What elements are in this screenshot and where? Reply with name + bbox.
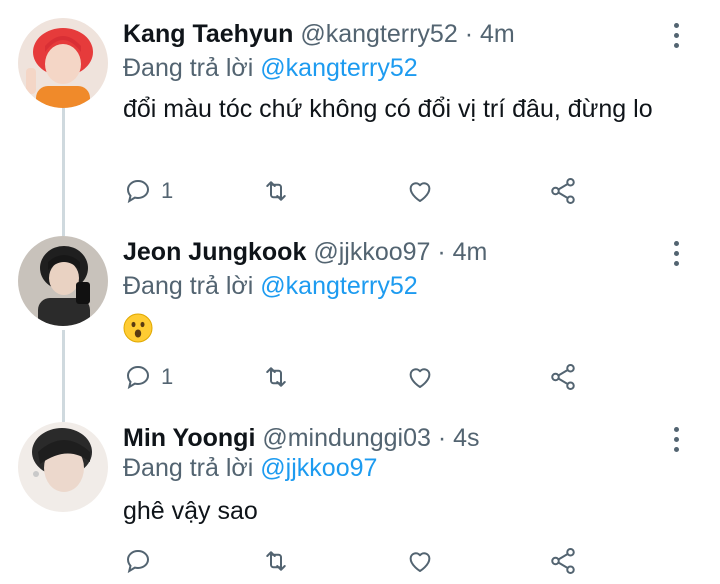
replying-to: Đang trả lời @jjkkoo97 bbox=[123, 452, 377, 484]
tweet-header: Jeon Jungkook @jjkkoo97 · 4m bbox=[123, 236, 487, 268]
replying-to-label: Đang trả lời bbox=[123, 54, 254, 82]
like-button[interactable] bbox=[405, 360, 435, 394]
avatar[interactable] bbox=[18, 18, 108, 108]
replying-to: Đang trả lời @kangterry52 bbox=[123, 52, 418, 84]
action-bar: 1 bbox=[123, 360, 593, 394]
separator: · bbox=[430, 424, 454, 452]
retweet-icon bbox=[266, 181, 286, 201]
more-vertical-icon bbox=[673, 426, 679, 432]
timestamp[interactable]: 4m bbox=[480, 20, 515, 48]
reply-icon bbox=[126, 179, 150, 204]
user-handle[interactable]: @mindunggi03 bbox=[262, 424, 431, 452]
mention-link[interactable]: @jjkkoo97 bbox=[260, 454, 377, 482]
tweet-text: ghê vậy sao bbox=[123, 497, 258, 525]
separator: · bbox=[457, 20, 480, 48]
tweet-text: đổi màu tóc chứ không có đổi vị trí đâu,… bbox=[123, 95, 653, 123]
tweet[interactable]: Kang Taehyun @kangterry52 · 4m Đang trả … bbox=[0, 18, 720, 218]
tweet-header: Kang Taehyun @kangterry52 · 4m bbox=[123, 18, 515, 50]
avatar-image bbox=[18, 236, 108, 326]
more-vertical-icon bbox=[673, 22, 679, 28]
display-name[interactable]: Jeon Jungkook bbox=[123, 238, 306, 266]
retweet-icon bbox=[266, 367, 286, 387]
avatar-image bbox=[18, 18, 108, 108]
share-button[interactable] bbox=[548, 360, 578, 394]
retweet-icon bbox=[266, 551, 286, 571]
user-handle[interactable]: @jjkkoo97 bbox=[313, 238, 430, 266]
heart-icon bbox=[409, 368, 431, 388]
tweet-header: Min Yoongi @mindunggi03 · 4s bbox=[123, 422, 480, 454]
replying-to-label: Đang trả lời bbox=[123, 454, 254, 482]
like-button[interactable] bbox=[405, 174, 435, 208]
retweet-button[interactable] bbox=[261, 544, 291, 578]
more-options-button[interactable] bbox=[666, 422, 686, 456]
replying-to: Đang trả lời @kangterry52 bbox=[123, 270, 418, 302]
tweet[interactable]: Min Yoongi @mindunggi03 · 4s Đang trả lờ… bbox=[0, 422, 720, 584]
display-name[interactable]: Kang Taehyun bbox=[123, 20, 293, 48]
reply-icon bbox=[126, 365, 150, 390]
more-options-button[interactable] bbox=[666, 236, 686, 270]
reply-count: 1 bbox=[161, 178, 174, 203]
mention-link[interactable]: @kangterry52 bbox=[260, 54, 417, 82]
action-bar bbox=[123, 544, 593, 578]
user-handle[interactable]: @kangterry52 bbox=[300, 20, 457, 48]
timestamp[interactable]: 4s bbox=[453, 424, 479, 452]
share-icon bbox=[551, 364, 575, 390]
share-icon bbox=[551, 548, 575, 574]
timestamp[interactable]: 4m bbox=[453, 238, 488, 266]
retweet-button[interactable] bbox=[261, 174, 291, 208]
separator: · bbox=[430, 238, 453, 266]
reply-icon bbox=[126, 549, 150, 574]
avatar[interactable] bbox=[18, 422, 108, 512]
tweet[interactable]: Jeon Jungkook @jjkkoo97 · 4m Đang trả lờ… bbox=[0, 236, 720, 406]
heart-icon bbox=[409, 182, 431, 202]
tweet-text bbox=[123, 310, 693, 344]
like-button[interactable] bbox=[405, 544, 435, 578]
share-icon bbox=[551, 178, 575, 204]
replying-to-label: Đang trả lời bbox=[123, 272, 254, 300]
hushed-face-emoji-icon bbox=[123, 313, 153, 343]
mention-link[interactable]: @kangterry52 bbox=[260, 272, 417, 300]
retweet-button[interactable] bbox=[261, 360, 291, 394]
avatar[interactable] bbox=[18, 236, 108, 326]
more-options-button[interactable] bbox=[666, 18, 686, 52]
reply-count: 1 bbox=[161, 364, 174, 389]
heart-icon bbox=[409, 552, 431, 572]
share-button[interactable] bbox=[548, 174, 578, 208]
reply-button[interactable]: 1 bbox=[123, 174, 173, 208]
share-button[interactable] bbox=[548, 544, 578, 578]
avatar-image bbox=[18, 422, 108, 512]
more-vertical-icon bbox=[673, 240, 679, 246]
reply-button[interactable] bbox=[123, 544, 161, 578]
reply-button[interactable]: 1 bbox=[123, 360, 173, 394]
display-name[interactable]: Min Yoongi bbox=[123, 424, 255, 452]
action-bar: 1 bbox=[123, 174, 593, 208]
